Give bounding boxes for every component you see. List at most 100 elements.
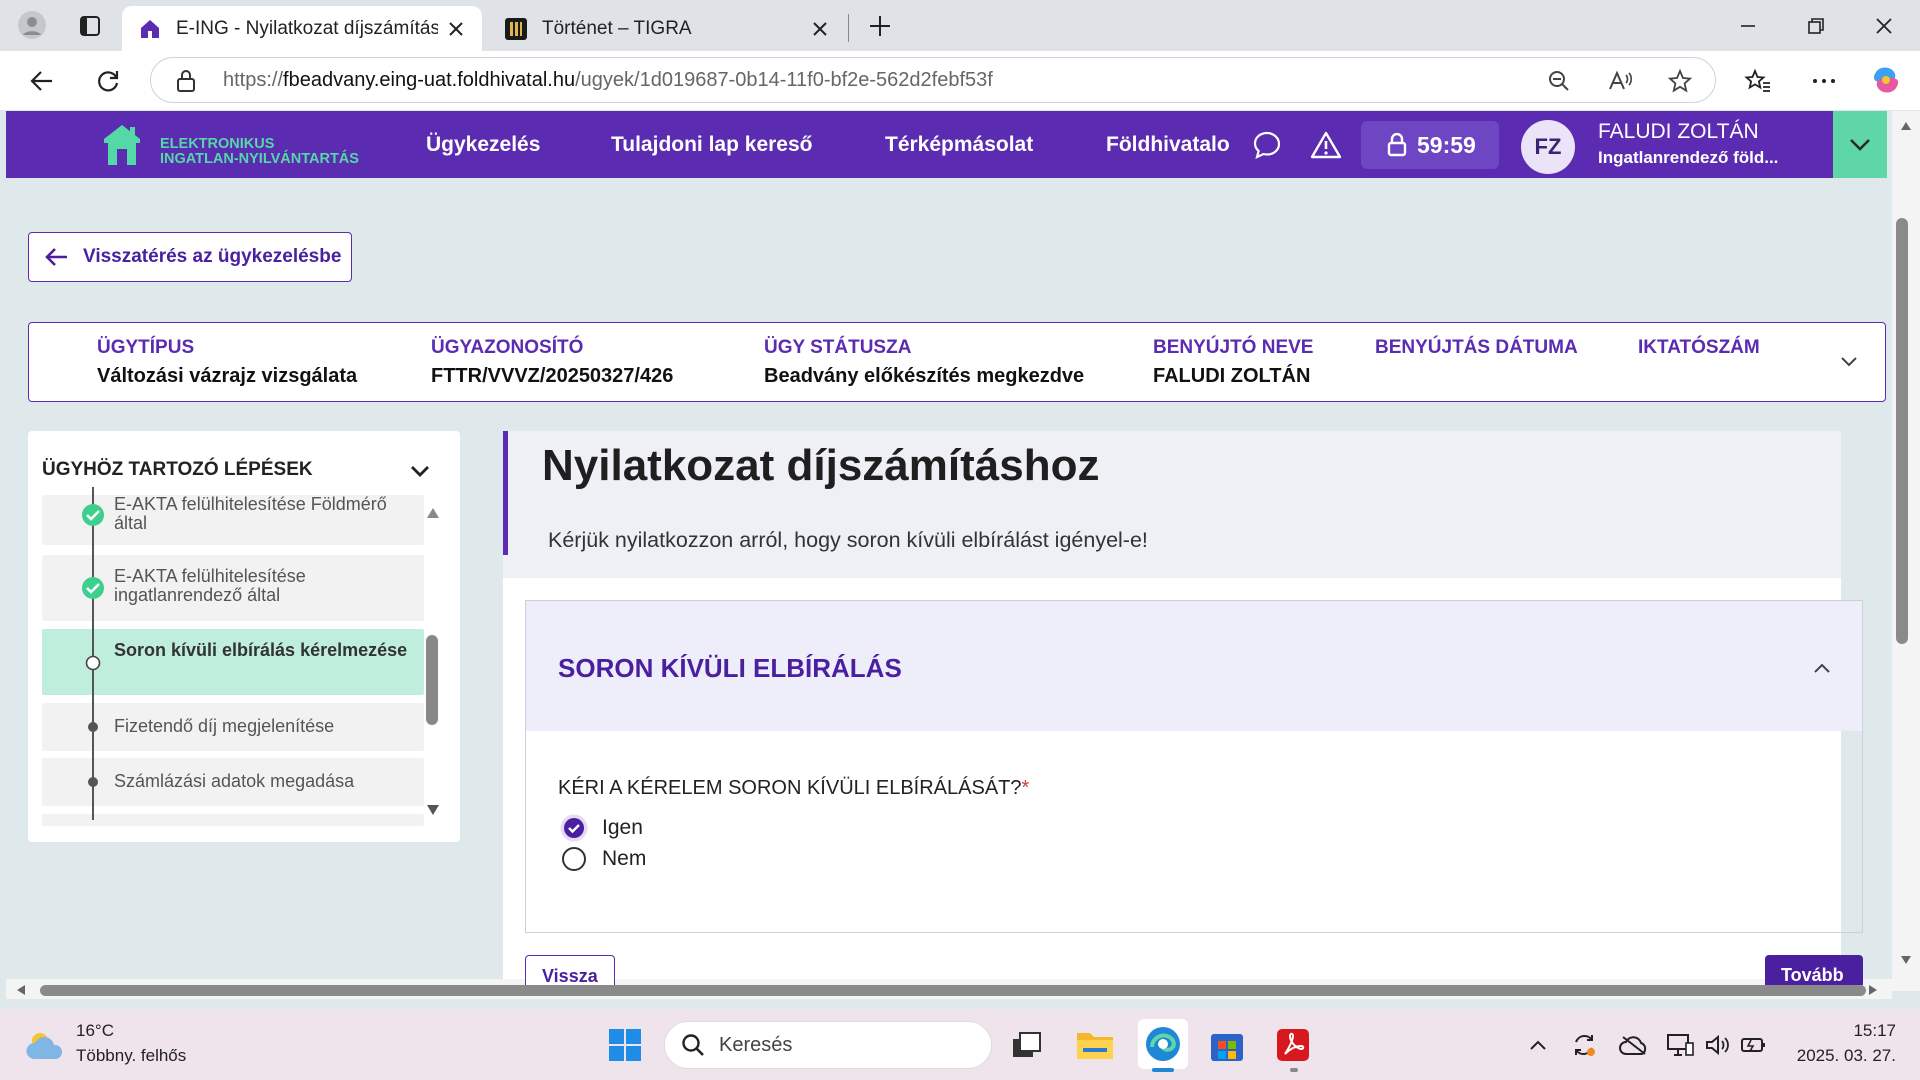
scroll-up-icon[interactable]: [426, 507, 440, 519]
radio-label: Igen: [602, 816, 643, 839]
tab-actions-icon[interactable]: [74, 10, 106, 42]
tab-title: Történet – TIGRA: [542, 17, 692, 39]
running-app-indicator: [1290, 1068, 1298, 1072]
file-explorer-icon[interactable]: [1074, 1024, 1116, 1066]
zoom-out-icon[interactable]: [1547, 69, 1571, 93]
nav-ugykezeles[interactable]: Ügykezelés: [426, 133, 540, 157]
radio-nem[interactable]: Nem: [560, 845, 646, 873]
task-view-icon[interactable]: [1006, 1024, 1048, 1066]
step-item[interactable]: Számlázási adatok megadása: [42, 758, 424, 806]
new-tab-icon[interactable]: [864, 10, 896, 42]
chevron-up-icon[interactable]: [1518, 1024, 1558, 1066]
user-role[interactable]: Ingatlanrendező föld...: [1598, 148, 1778, 168]
next-button[interactable]: Tovább: [1765, 955, 1863, 985]
pending-dot-icon: [88, 722, 98, 732]
tab-tigra[interactable]: Történet – TIGRA: [488, 6, 846, 51]
nav-tulajdoni-lap-kereso[interactable]: Tulajdoni lap kereső: [611, 133, 813, 157]
browser-toolbar: https://fbeadvany.eing-uat.foldhivatal.h…: [0, 51, 1920, 110]
horizontal-scroll-thumb[interactable]: [40, 985, 1866, 996]
steps-scroll-thumb[interactable]: [426, 635, 438, 725]
microsoft-store-icon[interactable]: [1206, 1024, 1248, 1066]
nav-foldhivatalok[interactable]: Földhivatalo: [1106, 133, 1236, 157]
tab-divider: [848, 14, 849, 42]
favorites-icon[interactable]: [1742, 65, 1774, 97]
e-ing-favicon-icon: [141, 19, 159, 38]
close-tab-icon[interactable]: [446, 19, 466, 39]
search-placeholder: Keresés: [719, 1033, 793, 1056]
onedrive-cloud-icon[interactable]: [1614, 1024, 1654, 1066]
info-case-status: ÜGY STÁTUSZA Beadvány előkészítés megkezd…: [764, 337, 1085, 387]
user-name[interactable]: FALUDI ZOLTÁN: [1598, 120, 1759, 144]
weather-cloud-icon[interactable]: [24, 1027, 66, 1063]
radio-igen[interactable]: Igen: [560, 814, 643, 842]
close-window-icon[interactable]: [1868, 10, 1900, 42]
user-menu-toggle[interactable]: [1833, 111, 1887, 178]
taskbar-search[interactable]: Keresés: [664, 1021, 992, 1069]
arrow-left-icon: [45, 248, 67, 266]
acrobat-reader-icon[interactable]: [1272, 1024, 1314, 1066]
favorite-star-icon[interactable]: [1667, 68, 1693, 94]
app-header: ELEKTRONIKUS INGATLAN-NYILVÁNTARTÁS Ügyke…: [6, 111, 1839, 178]
profile-icon[interactable]: [16, 9, 48, 41]
read-aloud-icon[interactable]: [1607, 69, 1633, 93]
chevron-up-icon[interactable]: [1814, 663, 1830, 673]
copilot-icon[interactable]: [1870, 64, 1902, 96]
logo-text[interactable]: ELEKTRONIKUS INGATLAN-NYILVÁNTARTÁS: [160, 137, 359, 167]
warning-icon[interactable]: [1310, 130, 1342, 160]
url-field[interactable]: https://fbeadvany.eing-uat.foldhivatal.h…: [150, 57, 1716, 103]
minimize-icon[interactable]: [1732, 10, 1764, 42]
case-info-bar: ÜGYTÍPUS Változási vázrajz vizsgálata ÜGY…: [28, 322, 1886, 402]
tab-e-ing[interactable]: E-ING - Nyilatkozat díjszámításhoz: [122, 6, 482, 51]
accordion-section: SORON KÍVÜLI ELBÍRÁLÁS KÉRI A KÉRELEM SO…: [525, 600, 1863, 933]
radio-label: Nem: [602, 847, 647, 870]
volume-icon[interactable]: [1700, 1024, 1736, 1066]
clock-date[interactable]: 2025. 03. 27.: [1776, 1046, 1896, 1066]
step-item[interactable]: Fizetendő díj megjelenítése: [42, 703, 424, 751]
back-to-cases-button[interactable]: Visszatérés az ügykezelésbe: [28, 232, 352, 282]
e-ing-logo-icon[interactable]: [102, 123, 142, 167]
back-button[interactable]: Vissza: [525, 955, 615, 986]
weather-temp[interactable]: 16°C: [76, 1021, 114, 1041]
refresh-icon[interactable]: [92, 65, 124, 97]
steps-panel: ÜGYHÖZ TARTOZÓ LÉPÉSEK E-AKTA felülhitel…: [28, 431, 460, 842]
search-icon: [682, 1034, 704, 1056]
scroll-down-icon[interactable]: [426, 804, 440, 816]
scroll-right-icon[interactable]: [1868, 984, 1878, 996]
start-windows-icon[interactable]: [604, 1024, 646, 1066]
info-submitter-name: BENYÚJTÓ NEVE FALUDI ZOLTÁN: [1153, 337, 1314, 387]
padlock-icon: [1387, 133, 1407, 157]
tigra-favicon-icon: [505, 17, 527, 40]
vertical-scroll-thumb[interactable]: [1896, 218, 1908, 644]
check-circle-icon: [82, 577, 104, 599]
current-step-circle-icon: [85, 655, 101, 671]
radio-unchecked-icon[interactable]: [560, 845, 588, 873]
clock-time[interactable]: 15:17: [1830, 1021, 1896, 1041]
section-title: SORON KÍVÜLI ELBÍRÁLÁS: [558, 653, 902, 683]
scroll-up-icon[interactable]: [1900, 121, 1912, 131]
restore-icon[interactable]: [1800, 10, 1832, 42]
back-button-label: Visszatérés az ügykezelésbe: [83, 246, 342, 267]
url-text: https://fbeadvany.eing-uat.foldhivatal.h…: [223, 69, 993, 91]
step-item[interactable]: [42, 814, 424, 826]
avatar[interactable]: FZ: [1521, 120, 1575, 174]
network-icon[interactable]: [1662, 1024, 1698, 1066]
chevron-down-icon[interactable]: [1841, 357, 1857, 367]
chevron-down-icon[interactable]: [410, 465, 430, 479]
lock-icon[interactable]: [175, 69, 197, 93]
info-case-id: ÜGYAZONOSÍTÓ FTTR/VVVZ/20250327/426: [431, 337, 674, 387]
scroll-down-icon[interactable]: [1900, 955, 1912, 965]
close-tab-icon[interactable]: [810, 19, 830, 39]
more-menu-icon[interactable]: [1808, 65, 1840, 97]
back-arrow-icon[interactable]: [26, 65, 58, 97]
battery-icon[interactable]: [1736, 1024, 1772, 1066]
tab-title: E-ING - Nyilatkozat díjszámításhoz: [176, 17, 438, 39]
sync-icon[interactable]: [1564, 1024, 1604, 1066]
accordion-header[interactable]: SORON KÍVÜLI ELBÍRÁLÁS: [526, 601, 1862, 731]
pending-dot-icon: [88, 777, 98, 787]
weather-desc[interactable]: Többny. felhős: [76, 1046, 186, 1066]
radio-checked-icon[interactable]: [560, 814, 588, 842]
chat-icon[interactable]: [1252, 130, 1282, 160]
edge-browser-icon[interactable]: [1138, 1019, 1188, 1069]
nav-terkepmasolat[interactable]: Térképmásolat: [885, 133, 1033, 157]
scroll-left-icon[interactable]: [16, 984, 26, 996]
